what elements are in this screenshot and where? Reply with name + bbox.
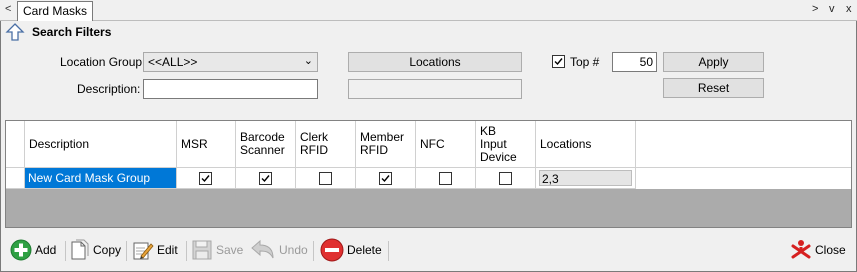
kb-input-device-cell[interactable] <box>476 168 536 189</box>
checkmark-icon <box>381 175 390 183</box>
delete-icon <box>320 238 344 262</box>
top-count-input[interactable] <box>612 52 657 72</box>
location-group-label: Location Group <box>60 55 143 69</box>
locations-button-label: Locations <box>409 55 461 69</box>
edit-button-label: Edit <box>157 243 178 257</box>
locations-cell-value: 2,3 <box>539 170 632 186</box>
member-rfid-checkbox[interactable] <box>378 172 392 185</box>
bottom-toolbar: Add Copy Edit Save Undo Delete Close <box>1 229 856 271</box>
undo-button[interactable]: Undo <box>250 229 308 271</box>
locations-cell[interactable]: 2,3 <box>536 168 636 189</box>
column-header-barcode-scanner[interactable]: Barcode Scanner <box>236 121 296 167</box>
copy-button-label: Copy <box>93 243 122 257</box>
locations-display-field <box>348 79 522 99</box>
grid-header-row: Description MSR Barcode Scanner Clerk RF… <box>6 121 851 168</box>
description-cell[interactable]: New Card Mask Group <box>25 168 177 189</box>
save-button-label: Save <box>216 243 244 257</box>
msr-checkbox[interactable] <box>199 172 212 185</box>
clerk-rfid-cell[interactable] <box>296 168 356 189</box>
delete-button[interactable]: Delete <box>320 229 382 271</box>
save-icon <box>192 240 212 260</box>
search-filters-title: Search Filters <box>32 25 112 39</box>
toolbar-separator <box>126 241 127 261</box>
add-button[interactable]: Add <box>10 229 56 271</box>
toolbar-separator <box>388 241 389 261</box>
kb-input-device-checkbox[interactable] <box>498 172 512 185</box>
top-checkbox[interactable] <box>552 55 565 68</box>
checkmark-icon <box>261 175 270 183</box>
top-label: Top # <box>570 55 600 69</box>
toolbar-separator <box>65 241 66 261</box>
tab-strip: < Card Masks > v x <box>0 0 857 21</box>
delete-button-label: Delete <box>347 243 382 257</box>
search-filters: Search Filters Location Group <<ALL>> ⌄ … <box>1 21 856 117</box>
apply-button-label: Apply <box>698 55 729 69</box>
tab-card-masks[interactable]: Card Masks <box>17 1 93 21</box>
row-header[interactable] <box>6 168 25 189</box>
chevron-down-icon: ⌄ <box>303 55 313 67</box>
save-button[interactable]: Save <box>191 229 243 271</box>
location-group-select[interactable]: <<ALL>> ⌄ <box>143 52 318 72</box>
edit-button[interactable]: Edit <box>132 229 178 271</box>
tab-menu-icon[interactable]: v <box>829 3 835 15</box>
member-rfid-cell[interactable] <box>356 168 416 189</box>
locations-button[interactable]: Locations <box>348 52 522 72</box>
tab-scroll-left-icon[interactable]: < <box>5 3 11 15</box>
tab-card-masks-label: Card Masks <box>23 4 88 18</box>
row-header-corner <box>6 121 25 167</box>
column-header-locations[interactable]: Locations <box>536 121 636 167</box>
barcode-scanner-checkbox[interactable] <box>258 172 272 185</box>
copy-button[interactable]: Copy <box>70 229 121 271</box>
tab-close-icon[interactable]: x <box>846 3 852 15</box>
reset-button[interactable]: Reset <box>663 78 764 98</box>
checkmark-icon <box>201 175 210 183</box>
edit-icon <box>133 242 154 260</box>
location-group-value: <<ALL>> <box>148 55 198 69</box>
card-masks-panel: Search Filters Location Group <<ALL>> ⌄ … <box>0 21 857 272</box>
checkmark-icon <box>554 58 563 66</box>
nfc-checkbox[interactable] <box>438 172 452 185</box>
description-input[interactable] <box>143 79 318 99</box>
clerk-rfid-checkbox[interactable] <box>318 172 332 185</box>
undo-button-label: Undo <box>279 243 308 257</box>
tab-scroll-right-icon[interactable]: > <box>812 3 818 15</box>
description-label: Description: <box>77 82 141 96</box>
search-filters-header[interactable]: Search Filters <box>5 22 111 42</box>
apply-button[interactable]: Apply <box>663 52 764 72</box>
barcode-scanner-cell[interactable] <box>236 168 296 189</box>
close-button-label: Close <box>815 243 846 257</box>
table-row[interactable]: New Card Mask Group 2,3 <box>6 168 851 189</box>
column-header-member-rfid[interactable]: Member RFID <box>356 121 416 167</box>
add-button-label: Add <box>35 243 57 257</box>
toolbar-separator <box>186 241 187 261</box>
up-arrow-icon[interactable] <box>5 22 25 42</box>
card-masks-grid[interactable]: Description MSR Barcode Scanner Clerk RF… <box>5 120 852 228</box>
column-header-msr[interactable]: MSR <box>177 121 236 167</box>
column-header-kb-input-device[interactable]: KB Input Device <box>476 121 536 167</box>
close-icon <box>791 240 811 259</box>
toolbar-separator <box>313 241 314 261</box>
nfc-cell[interactable] <box>416 168 476 189</box>
reset-button-label: Reset <box>697 81 730 95</box>
add-icon <box>10 239 32 261</box>
close-button[interactable]: Close <box>790 229 846 271</box>
undo-icon <box>251 239 274 259</box>
column-header-description[interactable]: Description <box>25 121 177 167</box>
column-header-clerk-rfid[interactable]: Clerk RFID <box>296 121 356 167</box>
column-header-nfc[interactable]: NFC <box>416 121 476 167</box>
copy-icon <box>71 239 89 260</box>
msr-cell[interactable] <box>177 168 236 189</box>
